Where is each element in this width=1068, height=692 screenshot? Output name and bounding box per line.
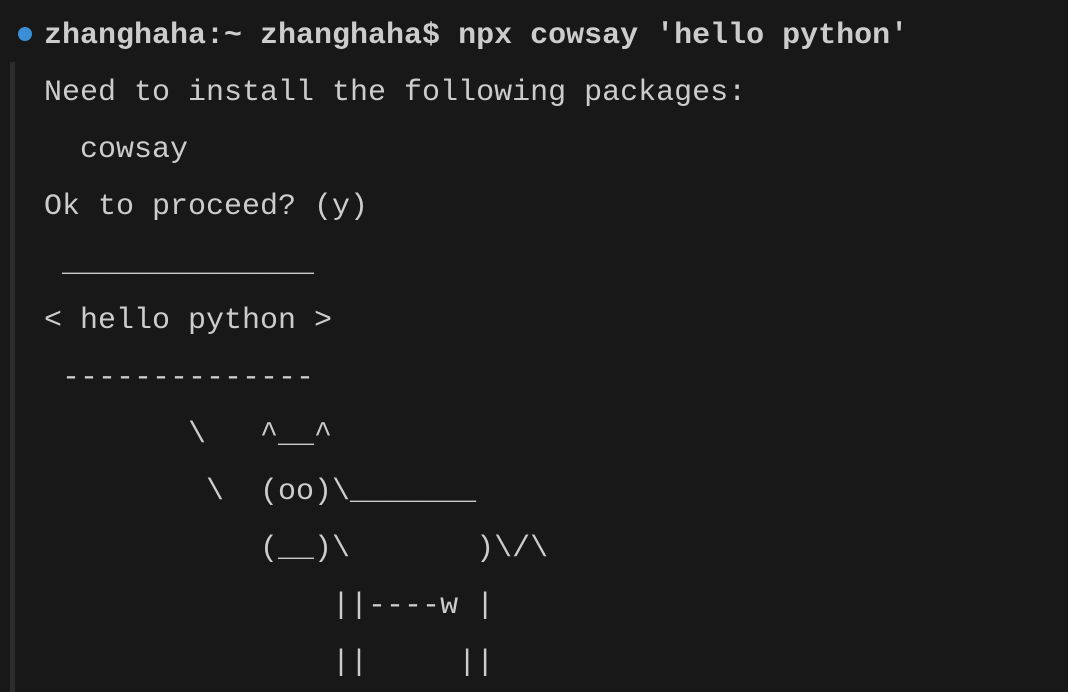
cow-bubble-text: < hello python > <box>44 304 333 338</box>
cow-bubble-top: ______________ <box>44 247 315 281</box>
output-line: cowsay <box>44 133 189 167</box>
cow-bubble-bottom: -------------- <box>44 361 315 395</box>
cow-art-line: || || <box>44 646 495 680</box>
output-gutter <box>10 62 15 692</box>
cow-art-line: (__)\ )\/\ <box>44 532 549 566</box>
cow-art-line: ||----w | <box>44 589 495 623</box>
output-line: Ok to proceed? (y) <box>44 190 369 224</box>
cow-art-line: \ (oo)\_______ <box>44 475 477 509</box>
cow-art-line: \ ^__^ <box>44 418 333 452</box>
terminal-panel[interactable]: zhanghaha:~ zhanghaha$ npx cowsay 'hello… <box>0 0 1068 692</box>
command-status-icon[interactable] <box>18 27 32 41</box>
output-line: Need to install the following packages: <box>44 76 747 110</box>
prompt-line: zhanghaha:~ zhanghaha$ npx cowsay 'hello… <box>44 19 909 53</box>
